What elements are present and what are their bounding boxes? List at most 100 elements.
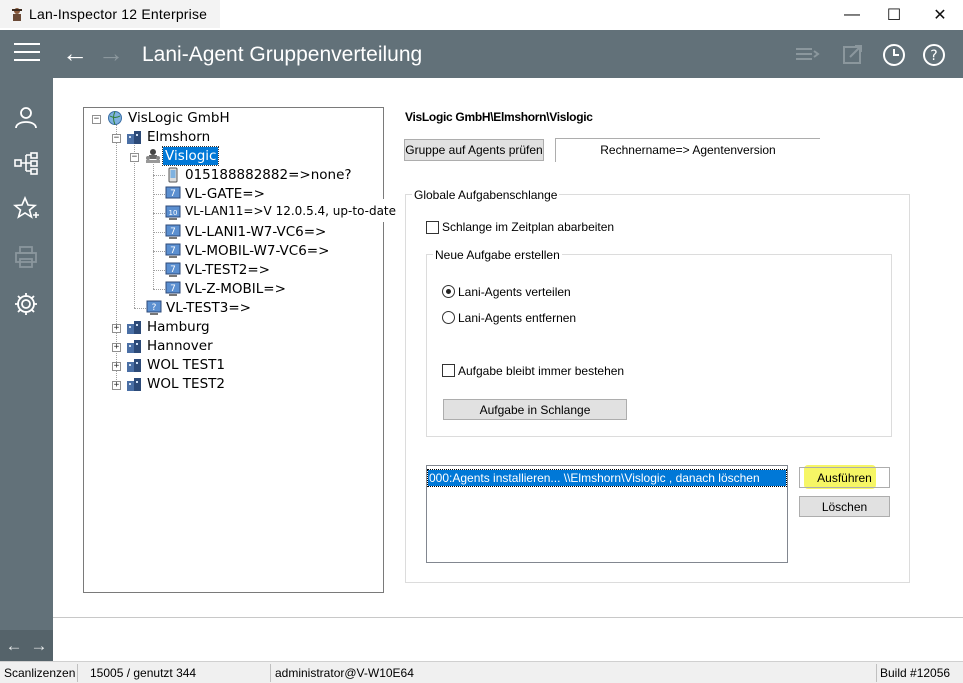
status-separator — [876, 664, 877, 682]
forward-arrow-icon[interactable]: → — [98, 39, 124, 67]
tree-node-hamburg[interactable]: Hamburg — [145, 318, 212, 336]
star-add-icon[interactable] — [13, 196, 39, 222]
building-icon — [127, 378, 141, 391]
sidebar-back-icon[interactable]: ← — [6, 636, 23, 656]
svg-text:7: 7 — [170, 189, 176, 199]
licenses-value: 15005 / genutzt 344 — [90, 666, 197, 680]
tree-line — [153, 213, 165, 214]
tree-node-elmshorn[interactable]: Elmshorn — [145, 128, 212, 146]
tree-node-computer[interactable]: VL-MOBIL-W7-VC6=> — [183, 242, 331, 260]
schedule-checkbox-label: Schlange im Zeitplan abarbeiten — [442, 220, 615, 234]
tree-line — [153, 194, 165, 195]
minimize-icon: — — [844, 6, 860, 23]
run-button[interactable]: Ausführen — [799, 467, 890, 488]
clock-icon[interactable] — [881, 42, 907, 68]
selected-path-label: VisLogic GmbH\Elmshorn\Vislogic — [405, 110, 593, 124]
help-icon[interactable]: ? — [921, 42, 947, 68]
list-item[interactable]: 000:Agents installieren... \\Elmshorn\Vi… — [427, 469, 787, 487]
tree-node-computer[interactable]: VL-Z-MOBIL=> — [183, 280, 288, 298]
computer-win7-icon: 7 — [165, 243, 181, 258]
tree-node-computer[interactable]: VL-LAN11=>V 12.0.5.4, up-to-date — [183, 202, 398, 220]
add-to-queue-button[interactable]: Aufgabe in Schlange — [443, 399, 627, 420]
tree-line — [153, 270, 165, 271]
group-users-icon — [146, 149, 160, 163]
tab-agent-version[interactable]: Rechnername=> Agentenversion — [555, 138, 820, 162]
close-button[interactable]: ✕ — [917, 0, 963, 30]
divider — [53, 617, 963, 618]
hamburger-menu-icon[interactable] — [14, 43, 40, 65]
maximize-button[interactable]: ☐ — [871, 0, 917, 30]
global-queue-title: Globale Aufgabenschlange — [412, 188, 560, 202]
phone-icon — [168, 167, 178, 183]
sidebar-forward-icon[interactable]: → — [31, 636, 48, 656]
tree-expand-toggle[interactable]: + — [112, 324, 121, 333]
distribute-radio-label: Lani-Agents verteilen — [458, 285, 571, 299]
distribute-radio[interactable] — [442, 285, 455, 298]
svg-text:?: ? — [152, 303, 157, 313]
tree-node-wol-test2[interactable]: WOL TEST2 — [145, 375, 227, 393]
tree-expand-toggle[interactable]: + — [112, 343, 121, 352]
printer-icon[interactable] — [13, 244, 39, 270]
tree-node-root[interactable]: VisLogic GmbH — [126, 109, 232, 127]
building-icon — [127, 321, 141, 334]
network-tree-icon[interactable] — [13, 150, 39, 176]
persist-checkbox[interactable] — [442, 364, 455, 377]
list-export-icon[interactable] — [794, 42, 820, 68]
tree-line — [134, 308, 146, 309]
tree-line — [153, 289, 165, 290]
delete-button[interactable]: Löschen — [799, 496, 890, 517]
tree-node-hannover[interactable]: Hannover — [145, 337, 215, 355]
svg-text:7: 7 — [170, 284, 176, 294]
tree-line — [134, 143, 135, 308]
remove-radio[interactable] — [442, 311, 455, 324]
svg-text:10: 10 — [169, 209, 178, 217]
tree-node-computer[interactable]: VL-TEST2=> — [183, 261, 272, 279]
remove-radio-label: Lani-Agents entfernen — [458, 311, 577, 325]
status-bar: Scanlizenzen 15005 / genutzt 344 adminis… — [0, 661, 963, 683]
globe-icon — [108, 111, 122, 125]
app-icon — [12, 8, 22, 21]
svg-text:?: ? — [930, 48, 937, 64]
user-icon[interactable] — [13, 104, 39, 130]
task-queue-list[interactable]: 000:Agents installieren... \\Elmshorn\Vi… — [426, 465, 788, 563]
tree-collapse-toggle[interactable]: − — [92, 115, 101, 124]
tree-collapse-toggle[interactable]: − — [130, 153, 139, 162]
app-header: ← → Lani-Agent Gruppenverteilung ? — [0, 30, 963, 78]
tree-node-computer[interactable]: 015188882882=>none? — [183, 166, 354, 184]
tree-node-wol-test1[interactable]: WOL TEST1 — [145, 356, 227, 374]
licenses-label: Scanlizenzen — [4, 666, 76, 680]
svg-text:7: 7 — [170, 246, 176, 256]
title-bar: Lan-Inspector 12 Enterprise — ☐ ✕ — [0, 0, 963, 30]
tree-line — [153, 251, 165, 252]
build-number: Build #12056 — [880, 666, 951, 680]
tree-node-vislogic[interactable]: Vislogic — [161, 146, 220, 166]
window-title: Lan-Inspector 12 Enterprise — [29, 6, 208, 22]
open-external-icon[interactable] — [840, 42, 866, 68]
sidebar-nav-arrows: ← → — [0, 630, 53, 661]
back-arrow-icon[interactable]: ← — [62, 39, 88, 67]
svg-text:7: 7 — [170, 227, 176, 237]
tree-node-computer[interactable]: VL-TEST3=> — [164, 299, 253, 317]
computer-unknown-icon: ? — [146, 300, 162, 315]
status-separator — [77, 664, 78, 682]
building-icon — [127, 340, 141, 353]
computer-win7-icon: 7 — [165, 224, 181, 239]
schedule-checkbox[interactable] — [426, 221, 439, 234]
current-user: administrator@V-W10E64 — [275, 666, 414, 680]
minimize-button[interactable]: — — [829, 0, 875, 30]
persist-checkbox-label: Aufgabe bleibt immer bestehen — [458, 364, 625, 378]
computer-win7-icon: 7 — [165, 262, 181, 277]
check-agents-button[interactable]: Gruppe auf Agents prüfen — [404, 139, 544, 161]
computer-win7-icon: 7 — [165, 281, 181, 296]
close-icon: ✕ — [933, 7, 947, 24]
maximize-icon: ☐ — [886, 7, 902, 24]
settings-gear-icon[interactable] — [13, 291, 39, 317]
tree-expand-toggle[interactable]: + — [112, 381, 121, 390]
page-title: Lani-Agent Gruppenverteilung — [142, 43, 423, 66]
new-task-title: Neue Aufgabe erstellen — [433, 248, 562, 262]
computer-win10-icon: 10 — [165, 205, 181, 220]
tree-expand-toggle[interactable]: + — [112, 362, 121, 371]
building-icon — [127, 131, 141, 144]
tree-collapse-toggle[interactable]: − — [112, 134, 121, 143]
tree-node-computer[interactable]: VL-LANI1-W7-VC6=> — [183, 223, 328, 241]
